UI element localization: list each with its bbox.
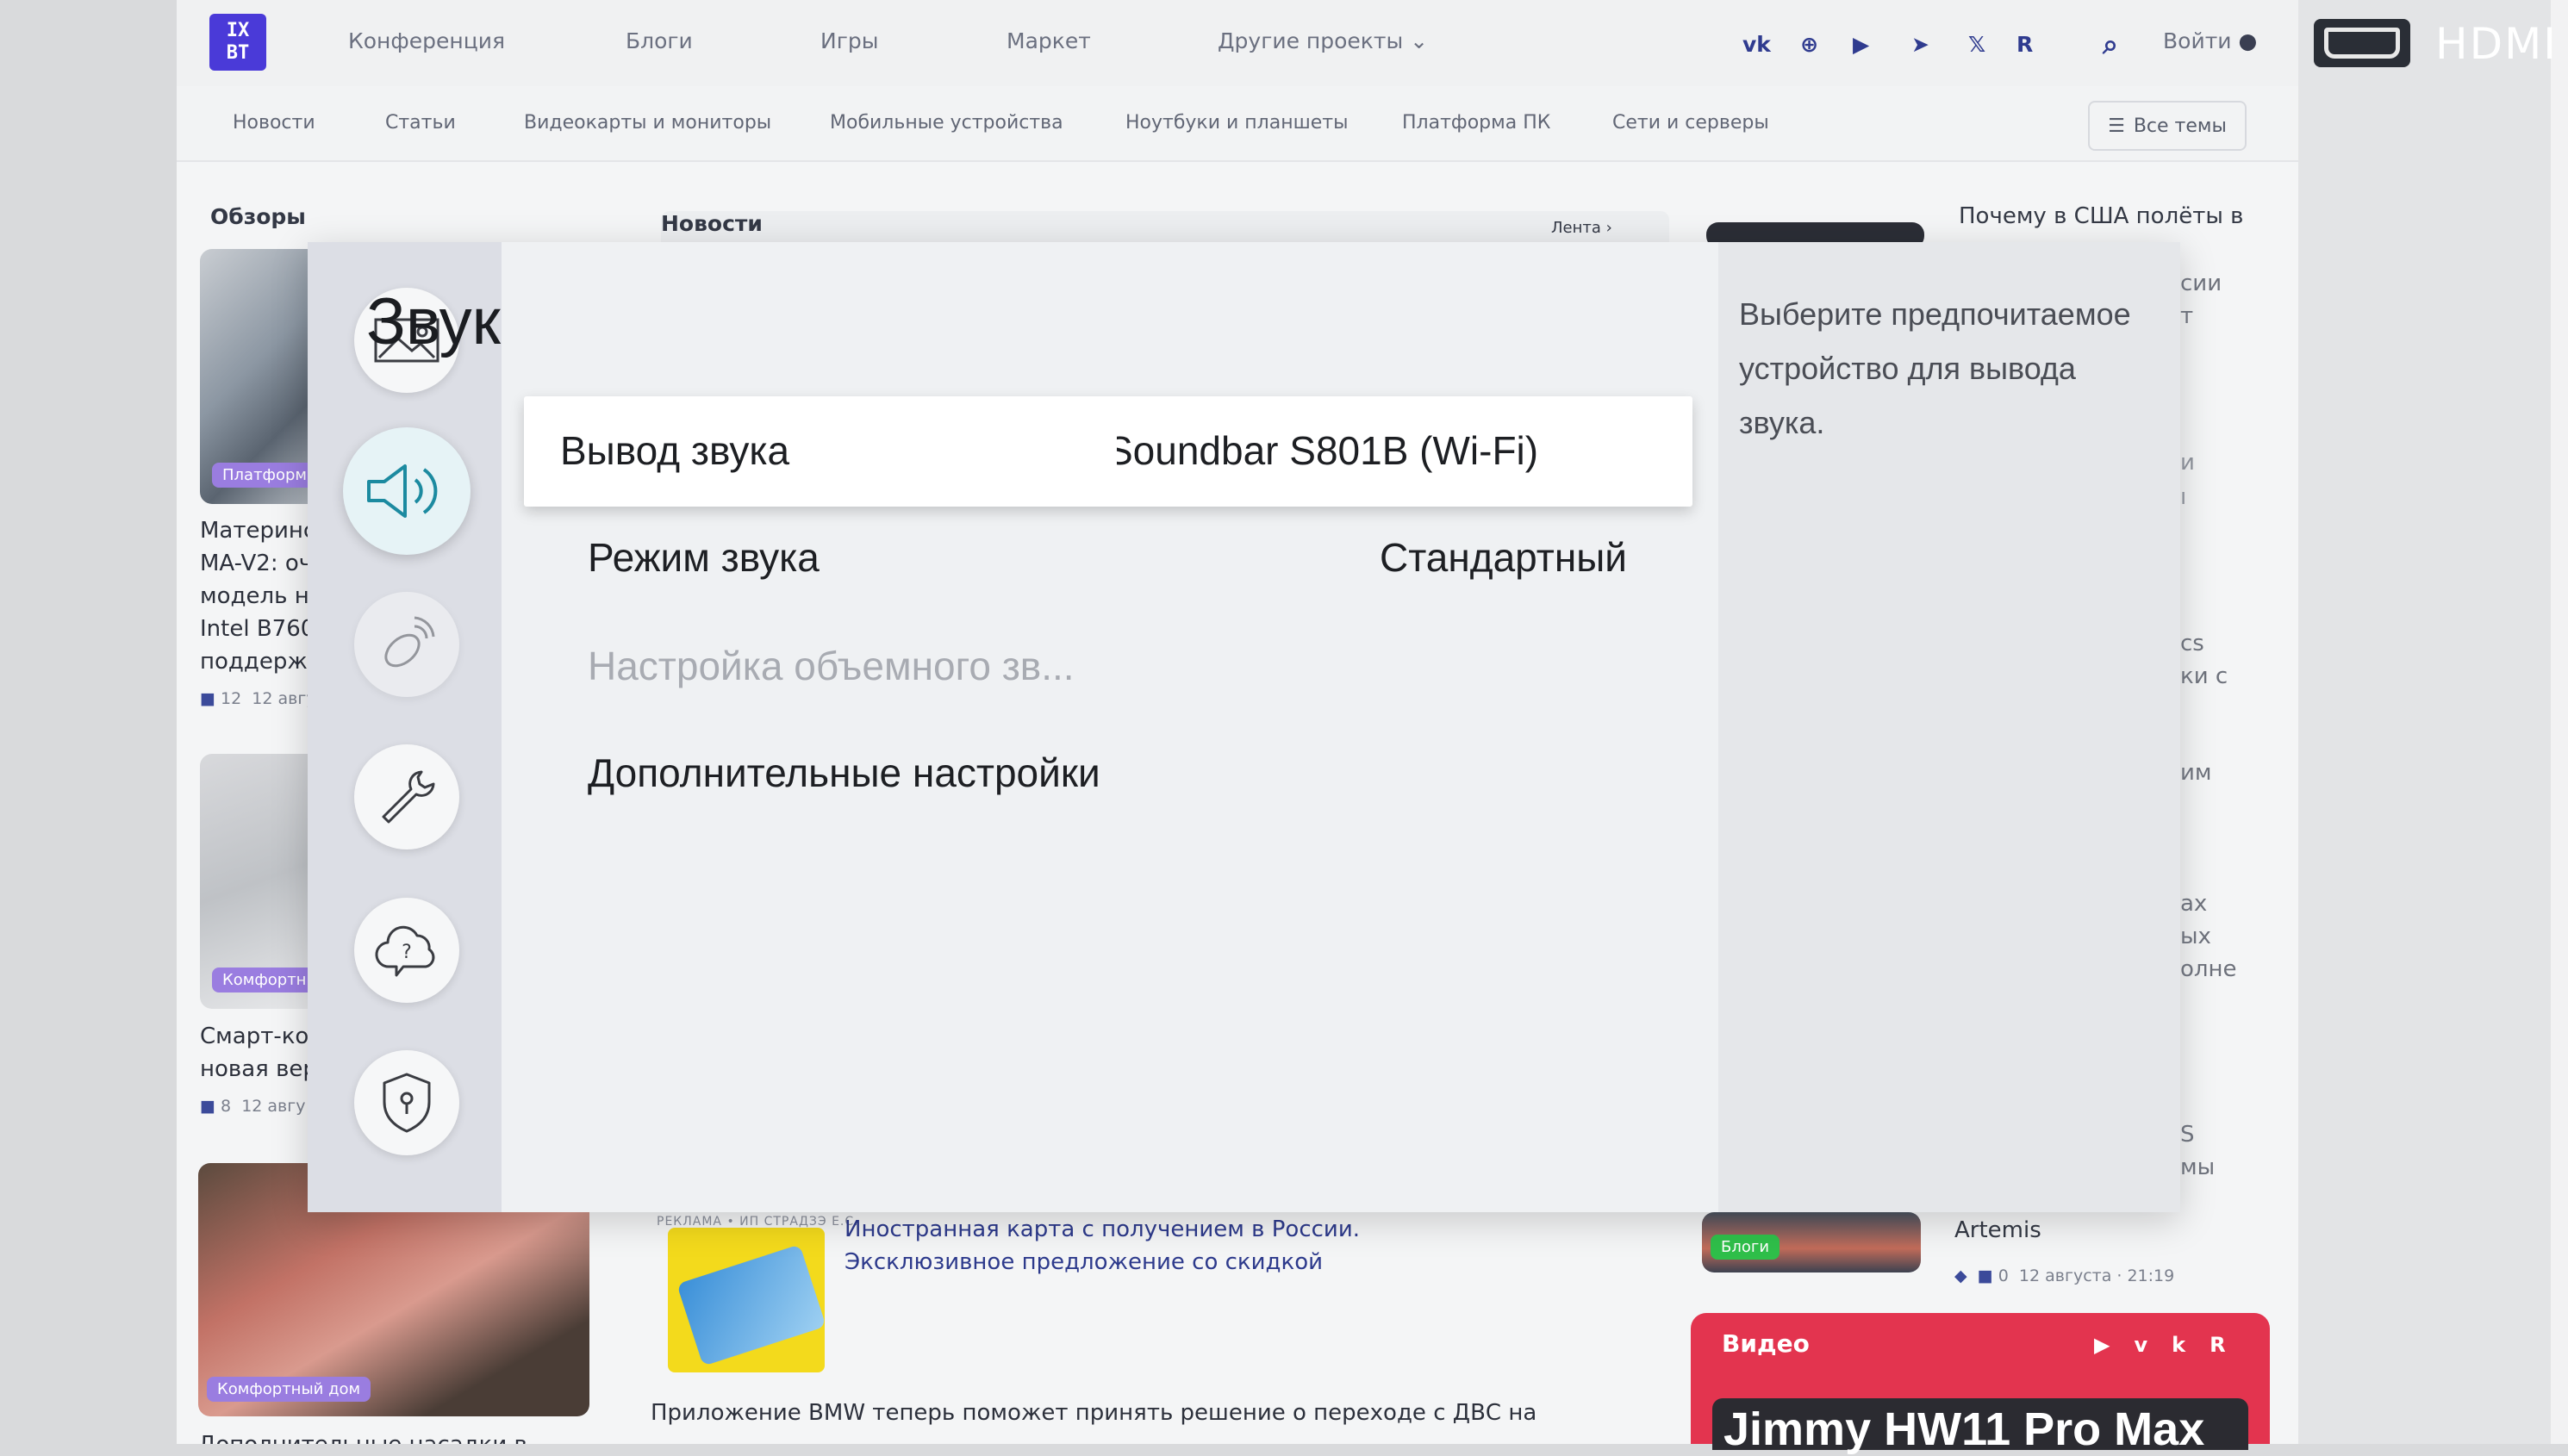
background-fragment: ых — [2180, 924, 2211, 949]
vk-icon[interactable]: vk — [1742, 32, 1771, 57]
surround-settings-label: Настройка объемного зв... — [588, 644, 1075, 688]
menu-title: Звук — [366, 285, 501, 358]
nav-games[interactable]: Игры — [820, 28, 878, 53]
nav-conference[interactable]: Конференция — [348, 28, 505, 53]
ad-label: РЕКЛАМА • ИП СТРАДЗЭ Е.С. — [657, 1215, 859, 1229]
review-meta: ■ 12 12 авгу — [200, 689, 316, 708]
all-topics-button[interactable]: ☰ Все темы — [2088, 101, 2247, 151]
ad-image[interactable] — [668, 1228, 825, 1372]
review-title[interactable]: Смарт-ко новая вер — [200, 1020, 317, 1086]
menu-icon: ☰ — [2108, 115, 2125, 137]
broadcast-icon — [384, 616, 435, 668]
search-icon[interactable]: ⌕ — [2103, 28, 2118, 61]
support-cloud-icon: ? — [375, 925, 435, 977]
subnav-articles[interactable]: Статьи — [385, 112, 456, 134]
background-fragment: S — [2180, 1122, 2195, 1148]
login-link[interactable]: Войти ● — [2163, 28, 2257, 53]
hdmi-icon — [2314, 19, 2410, 67]
advanced-settings-label: Дополнительные настройки — [588, 750, 1100, 795]
background-fragment: ки с — [2180, 663, 2228, 689]
plus-icon[interactable]: ⊕ — [1800, 32, 1818, 57]
feed-link[interactable]: Лента › — [1551, 219, 1612, 237]
video-heading: Видео — [1722, 1329, 1810, 1358]
background-fragment: ı — [2180, 484, 2187, 510]
background-fragment: т — [2180, 303, 2194, 329]
wrench-icon — [382, 770, 435, 824]
svg-text:?: ? — [402, 942, 412, 963]
youtube-icon[interactable]: ▶ — [1853, 32, 1869, 57]
right-news-title[interactable]: Почему в США полёты в — [1959, 200, 2243, 233]
background-fragment: ах — [2180, 891, 2208, 917]
background-fragment: им — [2180, 760, 2212, 786]
background-fragment: олне — [2180, 956, 2237, 982]
review-meta: ■ 8 12 авгу — [200, 1097, 306, 1116]
news-title[interactable]: Приложение BMW теперь поможет принять ре… — [651, 1400, 1536, 1426]
sound-output-value: Soundbar S801B (Wi-Fi) — [1117, 428, 1539, 473]
background-fragment: и — [2180, 450, 2195, 476]
screen-edge — [2551, 0, 2568, 1444]
nav-market[interactable]: Маркет — [1007, 28, 1091, 53]
advanced-settings-row[interactable]: Дополнительные настройки — [524, 719, 1692, 829]
review-title[interactable]: Дополнительные насадки в — [198, 1428, 527, 1444]
ad-link[interactable]: Иностранная карта с получением в России.… — [845, 1213, 1517, 1279]
input-source-label: HDMI — [2435, 19, 2558, 69]
category-broadcast[interactable] — [354, 592, 459, 697]
x-icon[interactable]: 𝕏 — [1968, 32, 1985, 57]
comment-icon: ■ — [200, 1097, 215, 1116]
category-sound[interactable] — [343, 427, 471, 555]
subnav-mobile[interactable]: Мобильные устройства — [830, 112, 1063, 134]
subnav-news[interactable]: Новости — [233, 112, 315, 134]
help-description: Выберите предпочитаемое устройство для в… — [1739, 296, 2131, 440]
video-thumbnail-title[interactable]: Jimmy HW11 Pro Max — [1723, 1403, 2204, 1456]
site-logo[interactable]: IX BT — [209, 14, 266, 71]
category-privacy[interactable] — [354, 1050, 459, 1155]
subnav-pc-platform[interactable]: Платформа ПК — [1402, 112, 1550, 134]
category-general[interactable] — [354, 744, 459, 849]
sound-mode-value: Стандартный — [1380, 535, 1627, 580]
category-tag[interactable]: Комфортн — [212, 968, 317, 992]
shield-icon — [383, 1073, 431, 1133]
sound-mode-row[interactable]: Режим звука Стандартный — [524, 503, 1692, 613]
subnav-networks[interactable]: Сети и серверы — [1612, 112, 1769, 134]
surround-settings-row: Настройка объемного зв... — [524, 612, 1692, 722]
chevron-down-icon: ⌄ — [1410, 28, 1429, 53]
telegram-icon[interactable]: ➤ — [1911, 32, 1929, 57]
category-support[interactable]: ? — [354, 898, 459, 1003]
subnav-laptops[interactable]: Ноутбуки и планшеты — [1125, 112, 1348, 134]
review-title[interactable]: Материнс MA-V2: оч модель на Intel B760 … — [200, 514, 323, 678]
right-news-meta: ◆ ■ 0 12 августа · 21:19 — [1954, 1266, 2175, 1285]
reviews-heading: Обзоры — [210, 204, 306, 229]
background-fragment: cs — [2180, 631, 2204, 656]
sound-output-row[interactable]: Вывод звука Soundbar S801B (Wi-Fi) — [524, 396, 1692, 507]
nav-blogs[interactable]: Блоги — [626, 28, 693, 53]
comment-icon: ■ — [1977, 1266, 1993, 1285]
category-tag[interactable]: Комфортный дом — [207, 1377, 371, 1402]
rutube-icon[interactable]: R — [2016, 32, 2033, 57]
news-heading: Новости — [661, 211, 763, 236]
tv-right-bezel — [2298, 0, 2568, 1444]
sound-output-label: Вывод звука — [560, 428, 790, 473]
sound-icon — [367, 464, 438, 518]
user-icon: ● — [2238, 28, 2258, 53]
chevron-right-icon: › — [1605, 219, 1612, 237]
sound-mode-label: Режим звука — [588, 535, 820, 580]
bank-card-icon — [676, 1244, 825, 1366]
subnav-gpu-monitors[interactable]: Видеокарты и мониторы — [524, 112, 771, 134]
right-news-title[interactable]: Artemis — [1954, 1214, 2041, 1247]
video-social-icons[interactable]: ▶vkR — [2094, 1333, 2250, 1357]
background-fragment: сии — [2180, 271, 2222, 296]
tag-icon: ◆ — [1954, 1266, 1967, 1285]
comment-icon: ■ — [200, 689, 215, 708]
nav-other-projects[interactable]: Другие проекты ⌄ — [1218, 28, 1428, 53]
blog-tag[interactable]: Блоги — [1711, 1235, 1780, 1260]
background-fragment: мы — [2180, 1154, 2216, 1180]
